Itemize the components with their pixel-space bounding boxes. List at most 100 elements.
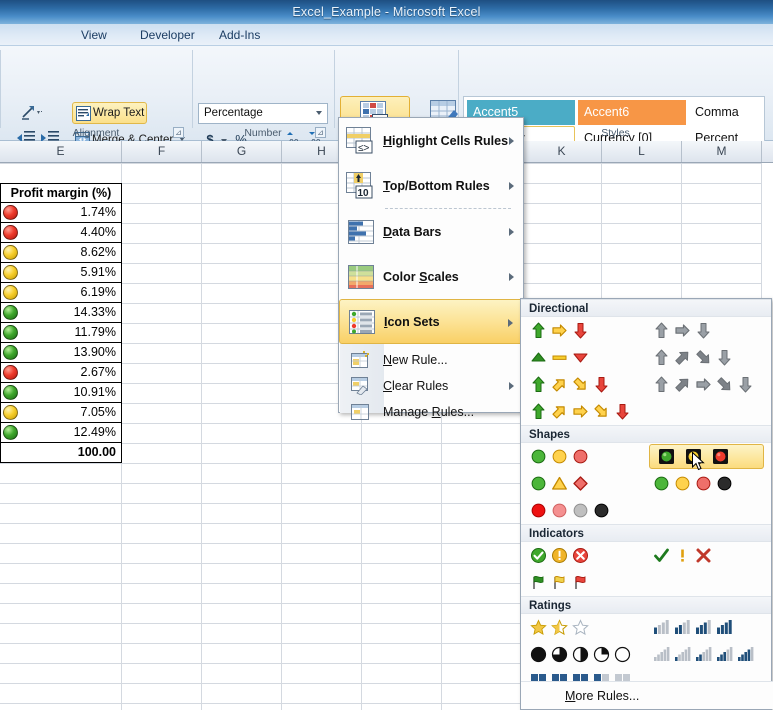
submenu-arrow-icon [509,137,514,145]
icon-set-option[interactable] [526,498,614,523]
menu-item-data-bars[interactable]: Data Bars [339,209,523,254]
arrow-down-right-gray-icon [695,349,712,366]
menu-item-highlight-cells-rules[interactable]: ≤> Highlight Cells Rules [339,118,523,163]
menu-item-manage-rules[interactable]: Manage Rules... [339,399,523,425]
table-row[interactable]: 8.62% [0,243,122,263]
menu-item-icon-sets[interactable]: Icon Sets [339,299,523,344]
tab-developer[interactable]: Developer [131,26,204,45]
icon-set-option[interactable] [649,543,716,568]
icon-set-option[interactable] [526,444,593,469]
icon-set-option[interactable] [526,399,635,424]
icon-set-row [521,344,771,371]
table-row[interactable]: 2.67% [0,363,122,383]
submenu-arrow-icon [508,319,513,327]
traffic-light-green-boxed-icon [658,448,675,465]
icon-set-option[interactable] [649,345,737,370]
icon-set-option[interactable] [649,471,737,496]
circle-pink-icon [551,502,568,519]
grid-line [281,163,282,710]
table-row[interactable]: 13.90% [0,343,122,363]
icon-set-row [521,443,771,470]
column-header-K[interactable]: K [522,141,602,162]
bars-4of4-icon [716,619,733,636]
icon-set-red-icon [3,225,18,240]
icon-set-option[interactable] [526,642,635,667]
table-row[interactable]: 12.49% [0,423,122,443]
icon-set-option[interactable] [526,570,593,595]
table-row[interactable]: 5.91% [0,263,122,283]
column-header-E[interactable]: E [0,141,122,162]
star-full-icon [530,619,547,636]
icon-set-option[interactable] [649,615,737,640]
table-row[interactable]: 14.33% [0,303,122,323]
chevron-down-icon[interactable] [316,111,322,115]
bars-1of4-icon [653,619,670,636]
circle-bright-red-icon [530,502,547,519]
icon-set-option[interactable] [526,372,614,397]
total-row[interactable]: 100.00 [0,443,122,463]
cell-value: 1.74% [80,205,116,219]
icon-set-row [521,317,771,344]
style-accent6[interactable]: Accent6 [578,100,686,125]
icon-set-option[interactable] [526,318,593,343]
icon-set-option[interactable] [526,543,593,568]
menu-item-new-rule[interactable]: New Rule... [339,347,523,373]
style-comma[interactable]: Comma [689,100,763,125]
cell-value: 14.33% [73,305,116,319]
icon-set-option[interactable] [649,318,716,343]
table-row[interactable]: 1.74% [0,203,122,223]
column-header-G[interactable]: G [202,141,282,162]
manage-rules-icon [339,403,383,421]
icon-set-option[interactable] [649,444,764,469]
icon-set-green-icon [3,385,18,400]
exclam-yellow-icon [674,547,691,564]
alignment-dialog-launcher[interactable]: ⊿ [173,127,184,138]
menu-item-clear-rules[interactable]: Clear Rules [339,373,523,399]
arrow-down-right-yellow-icon [572,376,589,393]
number-dialog-launcher[interactable]: ⊿ [315,127,326,138]
table-row[interactable]: 7.05% [0,403,122,423]
profit-margin-header[interactable]: Profit margin (%) [0,183,122,203]
data-bars-icon [339,218,383,246]
arrow-down-gray-icon [716,349,733,366]
menu-item-color-scales[interactable]: Color Scales [339,254,523,299]
icon-set-option[interactable] [649,642,758,667]
icon-set-row [521,470,771,497]
tab-add-ins[interactable]: Add-Ins [210,26,269,45]
icon-set-option[interactable] [526,615,593,640]
column-header-L[interactable]: L [602,141,682,162]
table-row[interactable]: 4.40% [0,223,122,243]
grid-line [201,163,202,710]
more-rules-button[interactable]: More Rules... [521,681,773,709]
table-row[interactable]: 10.91% [0,383,122,403]
wrap-text-button[interactable]: Wrap Text [72,102,147,124]
column-header-F[interactable]: F [122,141,202,162]
circle-yellow-icon [551,448,568,465]
column-header-M[interactable]: M [682,141,762,162]
menu-item-top-bottom-rules[interactable]: 10 Top/Bottom Rules [339,163,523,208]
icon-set-row [521,497,771,524]
icon-set-option[interactable] [649,372,758,397]
profit-margin-data-block[interactable]: Profit margin (%) 1.74% 4.40% 8.62% 5.91% 6.… [0,163,122,463]
triangle-down-red-icon [572,349,589,366]
table-row[interactable]: 6.19% [0,283,122,303]
circle-black-icon [593,502,610,519]
conditional-formatting-menu[interactable]: ≤> Highlight Cells Rules 10 Top/Bottom R… [338,117,524,420]
icon-set-option[interactable] [526,345,593,370]
number-format-select[interactable]: Percentage [198,103,328,124]
arrow-down-gray-icon [737,376,754,393]
icon-sets-submenu[interactable]: Directional Shapes Indicators Ratings More … [520,298,773,710]
arrow-up-gray-icon [653,376,670,393]
icon-set-option[interactable] [526,471,593,496]
quarters-1-icon [551,646,568,663]
wrap-text-icon [76,106,91,128]
bars-4of5-icon [737,646,754,663]
bars-3of5-icon [716,646,733,663]
submenu-arrow-icon [509,273,514,281]
mouse-pointer-icon [692,451,706,472]
exclam-circle-yellow-icon [551,547,568,564]
table-row[interactable]: 11.79% [0,323,122,343]
tab-view[interactable]: View [72,26,116,45]
arrow-right-gray-icon [674,322,691,339]
text-orientation-icon[interactable] [20,104,46,122]
